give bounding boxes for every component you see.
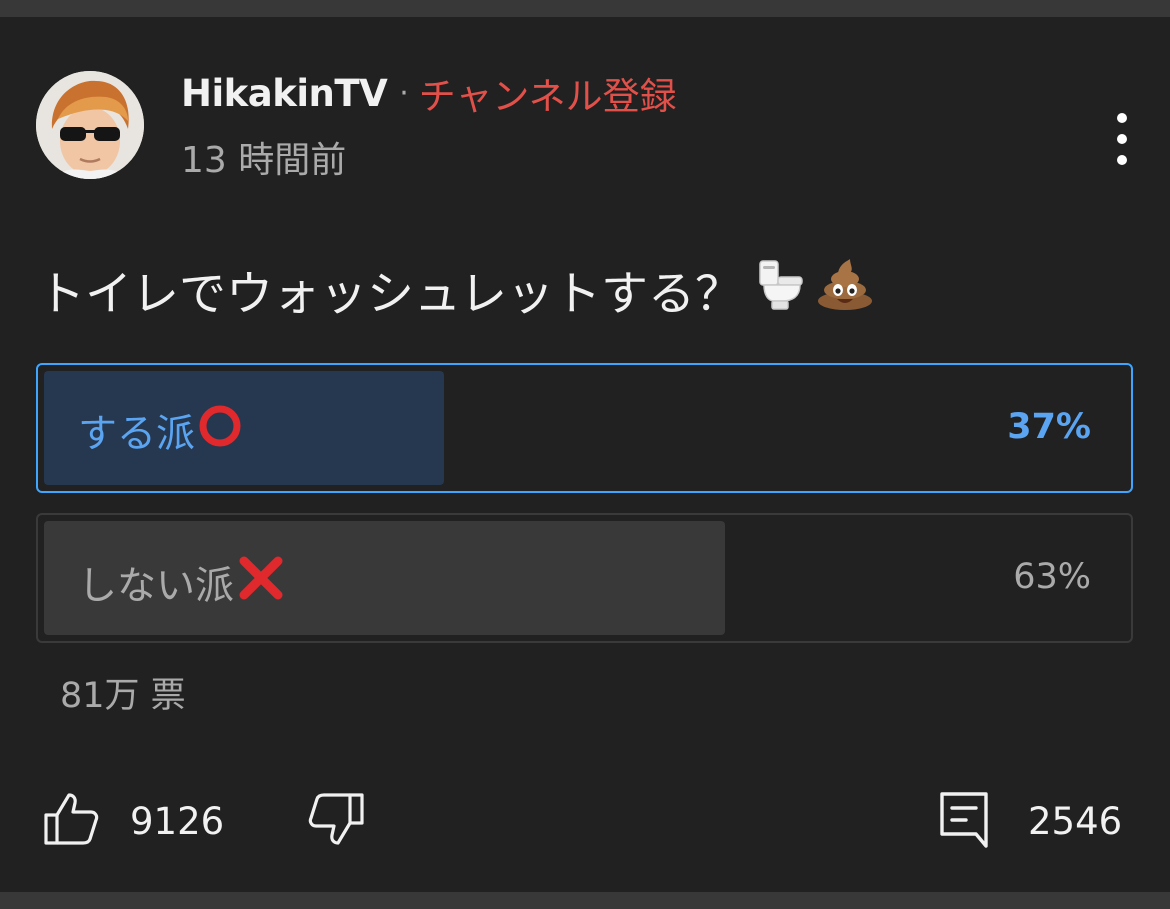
avatar-image <box>36 71 144 179</box>
post-question: トイレでウォッシュレットする？ <box>38 255 874 324</box>
bottom-divider <box>0 892 1170 909</box>
dislike-button[interactable] <box>302 783 368 859</box>
poll-option-percent: 37% <box>1007 407 1091 447</box>
poll-option-label: しない派 <box>78 553 286 613</box>
vote-count: 81万 票 <box>60 676 186 716</box>
poll-option-suru[interactable]: する派 37% <box>36 363 1133 493</box>
comment-count: 2546 <box>1028 799 1123 843</box>
thumbs-up-icon <box>40 789 100 853</box>
community-post-card: HikakinTV · チャンネル登録 13 時間前 トイレでウォッシュレットす… <box>0 17 1170 892</box>
question-text: トイレでウォッシュレットする？ <box>38 267 743 322</box>
poll-option-percent: 63% <box>1013 557 1091 597</box>
red-circle-icon <box>197 403 243 459</box>
comments-button[interactable]: 2546 <box>936 783 1122 859</box>
more-options-icon[interactable] <box>1100 113 1144 173</box>
red-cross-icon <box>236 553 286 613</box>
channel-name[interactable]: HikakinTV <box>181 72 388 115</box>
subscribe-button[interactable]: チャンネル登録 <box>419 66 677 120</box>
poll-option-label: する派 <box>78 403 243 459</box>
like-count: 9126 <box>130 799 225 843</box>
comment-icon <box>936 788 992 854</box>
top-divider <box>0 0 1170 17</box>
thumbs-down-icon <box>302 789 368 853</box>
poop-icon <box>816 257 874 323</box>
separator-dot: · <box>399 75 409 111</box>
like-button[interactable]: 9126 <box>40 783 224 859</box>
poll-option-shinai[interactable]: しない派 63% <box>36 513 1133 643</box>
channel-avatar[interactable] <box>36 71 144 179</box>
channel-header: HikakinTV · チャンネル登録 <box>181 66 677 120</box>
toilet-icon <box>752 257 806 323</box>
post-timestamp: 13 時間前 <box>181 140 347 181</box>
